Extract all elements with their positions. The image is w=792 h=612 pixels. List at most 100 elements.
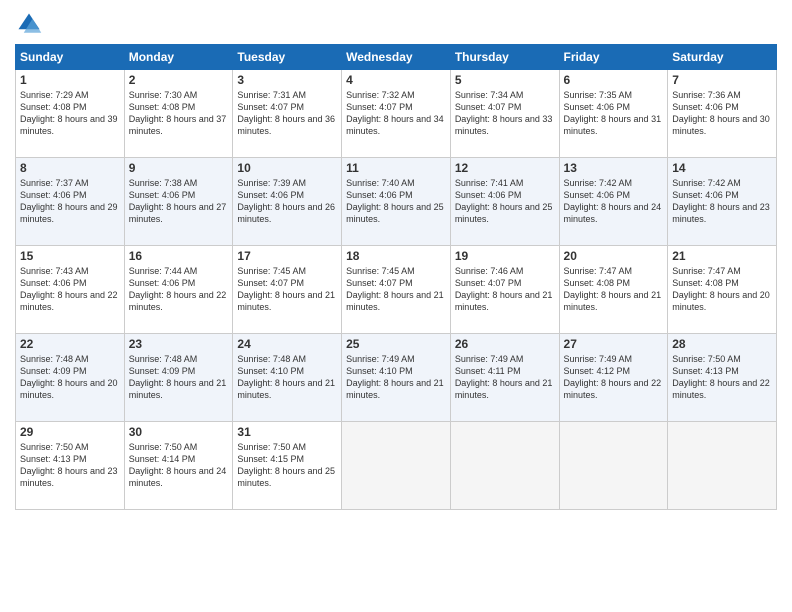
calendar-cell: 5 Sunrise: 7:34 AMSunset: 4:07 PMDaylight… bbox=[450, 70, 559, 158]
cell-details: Sunrise: 7:47 AMSunset: 4:08 PMDaylight:… bbox=[672, 265, 772, 314]
calendar-cell: 29Sunrise: 7:50 AMSunset: 4:13 PMDayligh… bbox=[16, 422, 125, 510]
day-number: 22 bbox=[20, 337, 120, 351]
cell-details: Sunrise: 7:35 AMSunset: 4:06 PMDaylight:… bbox=[564, 89, 664, 138]
day-number: 10 bbox=[237, 161, 337, 175]
day-number: 7 bbox=[672, 73, 772, 87]
day-number: 26 bbox=[455, 337, 555, 351]
cell-details: Sunrise: 7:46 AMSunset: 4:07 PMDaylight:… bbox=[455, 265, 555, 314]
cell-details: Sunrise: 7:39 AMSunset: 4:06 PMDaylight:… bbox=[237, 177, 337, 226]
day-number: 2 bbox=[129, 73, 229, 87]
calendar-cell: 18 Sunrise: 7:45 AMSunset: 4:07 PMDayligh… bbox=[342, 246, 451, 334]
day-number: 13 bbox=[564, 161, 664, 175]
calendar-cell: 12Sunrise: 7:41 AMSunset: 4:06 PMDayligh… bbox=[450, 158, 559, 246]
day-number: 29 bbox=[20, 425, 120, 439]
cell-details: Sunrise: 7:42 AMSunset: 4:06 PMDaylight:… bbox=[672, 177, 772, 226]
calendar-cell: 16 Sunrise: 7:44 AMSunset: 4:06 PMDayligh… bbox=[124, 246, 233, 334]
cell-details: Sunrise: 7:48 AMSunset: 4:09 PMDaylight:… bbox=[129, 353, 229, 402]
day-header-wednesday: Wednesday bbox=[342, 45, 451, 70]
cell-details: Sunrise: 7:44 AMSunset: 4:06 PMDaylight:… bbox=[129, 265, 229, 314]
day-number: 6 bbox=[564, 73, 664, 87]
calendar-cell bbox=[342, 422, 451, 510]
logo bbox=[15, 10, 47, 38]
calendar-week-row: 1 Sunrise: 7:29 AMSunset: 4:08 PMDaylight… bbox=[16, 70, 777, 158]
calendar-cell: 21 Sunrise: 7:47 AMSunset: 4:08 PMDayligh… bbox=[668, 246, 777, 334]
cell-details: Sunrise: 7:37 AMSunset: 4:06 PMDaylight:… bbox=[20, 177, 120, 226]
day-header-saturday: Saturday bbox=[668, 45, 777, 70]
day-number: 30 bbox=[129, 425, 229, 439]
day-number: 27 bbox=[564, 337, 664, 351]
calendar-cell: 24 Sunrise: 7:48 AMSunset: 4:10 PMDayligh… bbox=[233, 334, 342, 422]
calendar-cell: 26 Sunrise: 7:49 AMSunset: 4:11 PMDayligh… bbox=[450, 334, 559, 422]
cell-details: Sunrise: 7:50 AMSunset: 4:15 PMDaylight:… bbox=[237, 441, 337, 490]
day-number: 24 bbox=[237, 337, 337, 351]
logo-icon bbox=[15, 10, 43, 38]
calendar-cell bbox=[559, 422, 668, 510]
cell-details: Sunrise: 7:47 AMSunset: 4:08 PMDaylight:… bbox=[564, 265, 664, 314]
calendar-cell: 14 Sunrise: 7:42 AMSunset: 4:06 PMDayligh… bbox=[668, 158, 777, 246]
calendar-cell: 9 Sunrise: 7:38 AMSunset: 4:06 PMDaylight… bbox=[124, 158, 233, 246]
page: SundayMondayTuesdayWednesdayThursdayFrid… bbox=[0, 0, 792, 612]
calendar-cell: 3 Sunrise: 7:31 AMSunset: 4:07 PMDaylight… bbox=[233, 70, 342, 158]
cell-details: Sunrise: 7:45 AMSunset: 4:07 PMDaylight:… bbox=[346, 265, 446, 314]
cell-details: Sunrise: 7:50 AMSunset: 4:13 PMDaylight:… bbox=[672, 353, 772, 402]
cell-details: Sunrise: 7:34 AMSunset: 4:07 PMDaylight:… bbox=[455, 89, 555, 138]
calendar-cell: 11 Sunrise: 7:40 AMSunset: 4:06 PMDayligh… bbox=[342, 158, 451, 246]
calendar-cell bbox=[668, 422, 777, 510]
cell-details: Sunrise: 7:31 AMSunset: 4:07 PMDaylight:… bbox=[237, 89, 337, 138]
day-number: 11 bbox=[346, 161, 446, 175]
calendar-cell: 10 Sunrise: 7:39 AMSunset: 4:06 PMDayligh… bbox=[233, 158, 342, 246]
calendar-cell: 4Sunrise: 7:32 AMSunset: 4:07 PMDaylight… bbox=[342, 70, 451, 158]
day-number: 31 bbox=[237, 425, 337, 439]
cell-details: Sunrise: 7:48 AMSunset: 4:10 PMDaylight:… bbox=[237, 353, 337, 402]
calendar-week-row: 22 Sunrise: 7:48 AMSunset: 4:09 PMDayligh… bbox=[16, 334, 777, 422]
calendar-week-row: 29Sunrise: 7:50 AMSunset: 4:13 PMDayligh… bbox=[16, 422, 777, 510]
calendar-cell: 22 Sunrise: 7:48 AMSunset: 4:09 PMDayligh… bbox=[16, 334, 125, 422]
day-number: 16 bbox=[129, 249, 229, 263]
day-number: 21 bbox=[672, 249, 772, 263]
cell-details: Sunrise: 7:49 AMSunset: 4:10 PMDaylight:… bbox=[346, 353, 446, 402]
cell-details: Sunrise: 7:36 AMSunset: 4:06 PMDaylight:… bbox=[672, 89, 772, 138]
day-number: 25 bbox=[346, 337, 446, 351]
calendar-cell: 17Sunrise: 7:45 AMSunset: 4:07 PMDayligh… bbox=[233, 246, 342, 334]
day-number: 9 bbox=[129, 161, 229, 175]
calendar-cell: 20Sunrise: 7:47 AMSunset: 4:08 PMDayligh… bbox=[559, 246, 668, 334]
cell-details: Sunrise: 7:43 AMSunset: 4:06 PMDaylight:… bbox=[20, 265, 120, 314]
calendar-cell bbox=[450, 422, 559, 510]
calendar-cell: 25 Sunrise: 7:49 AMSunset: 4:10 PMDayligh… bbox=[342, 334, 451, 422]
calendar-cell: 13Sunrise: 7:42 AMSunset: 4:06 PMDayligh… bbox=[559, 158, 668, 246]
day-number: 18 bbox=[346, 249, 446, 263]
calendar-cell: 27 Sunrise: 7:49 AMSunset: 4:12 PMDayligh… bbox=[559, 334, 668, 422]
cell-details: Sunrise: 7:32 AMSunset: 4:07 PMDaylight:… bbox=[346, 89, 446, 138]
day-number: 1 bbox=[20, 73, 120, 87]
calendar-cell: 6 Sunrise: 7:35 AMSunset: 4:06 PMDaylight… bbox=[559, 70, 668, 158]
calendar-cell: 31 Sunrise: 7:50 AMSunset: 4:15 PMDayligh… bbox=[233, 422, 342, 510]
cell-details: Sunrise: 7:49 AMSunset: 4:11 PMDaylight:… bbox=[455, 353, 555, 402]
cell-details: Sunrise: 7:41 AMSunset: 4:06 PMDaylight:… bbox=[455, 177, 555, 226]
day-number: 17 bbox=[237, 249, 337, 263]
calendar-cell: 30Sunrise: 7:50 AMSunset: 4:14 PMDayligh… bbox=[124, 422, 233, 510]
day-header-friday: Friday bbox=[559, 45, 668, 70]
day-number: 19 bbox=[455, 249, 555, 263]
day-number: 3 bbox=[237, 73, 337, 87]
calendar-cell: 2 Sunrise: 7:30 AMSunset: 4:08 PMDaylight… bbox=[124, 70, 233, 158]
calendar-cell: 28Sunrise: 7:50 AMSunset: 4:13 PMDayligh… bbox=[668, 334, 777, 422]
header bbox=[15, 10, 777, 38]
day-number: 14 bbox=[672, 161, 772, 175]
day-number: 5 bbox=[455, 73, 555, 87]
calendar-cell: 1 Sunrise: 7:29 AMSunset: 4:08 PMDaylight… bbox=[16, 70, 125, 158]
cell-details: Sunrise: 7:30 AMSunset: 4:08 PMDaylight:… bbox=[129, 89, 229, 138]
cell-details: Sunrise: 7:49 AMSunset: 4:12 PMDaylight:… bbox=[564, 353, 664, 402]
calendar-cell: 7 Sunrise: 7:36 AMSunset: 4:06 PMDaylight… bbox=[668, 70, 777, 158]
calendar-cell: 23 Sunrise: 7:48 AMSunset: 4:09 PMDayligh… bbox=[124, 334, 233, 422]
cell-details: Sunrise: 7:40 AMSunset: 4:06 PMDaylight:… bbox=[346, 177, 446, 226]
day-number: 23 bbox=[129, 337, 229, 351]
calendar-cell: 8 Sunrise: 7:37 AMSunset: 4:06 PMDaylight… bbox=[16, 158, 125, 246]
cell-details: Sunrise: 7:38 AMSunset: 4:06 PMDaylight:… bbox=[129, 177, 229, 226]
cell-details: Sunrise: 7:29 AMSunset: 4:08 PMDaylight:… bbox=[20, 89, 120, 138]
calendar-cell: 19 Sunrise: 7:46 AMSunset: 4:07 PMDayligh… bbox=[450, 246, 559, 334]
calendar-week-row: 8 Sunrise: 7:37 AMSunset: 4:06 PMDaylight… bbox=[16, 158, 777, 246]
day-number: 8 bbox=[20, 161, 120, 175]
calendar-cell: 15Sunrise: 7:43 AMSunset: 4:06 PMDayligh… bbox=[16, 246, 125, 334]
cell-details: Sunrise: 7:48 AMSunset: 4:09 PMDaylight:… bbox=[20, 353, 120, 402]
day-header-thursday: Thursday bbox=[450, 45, 559, 70]
